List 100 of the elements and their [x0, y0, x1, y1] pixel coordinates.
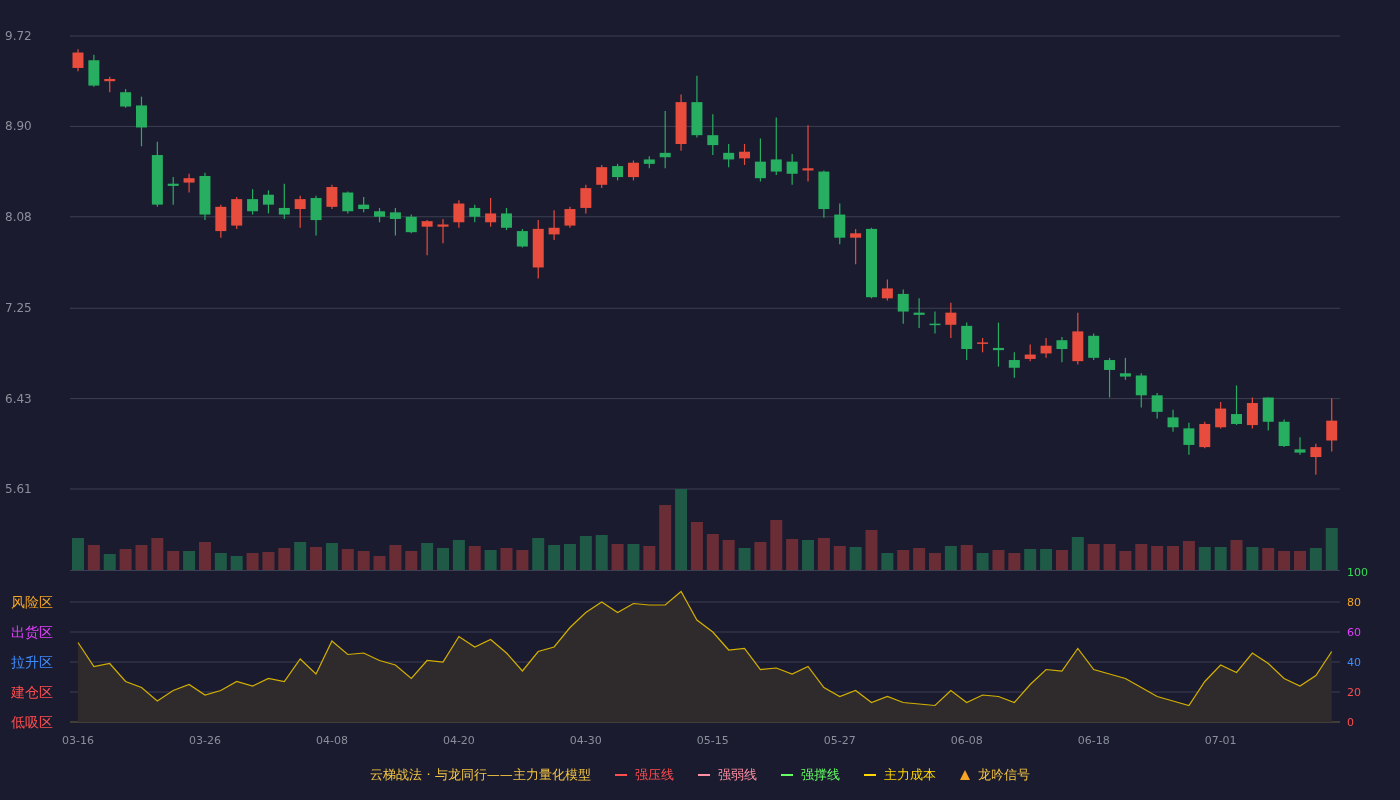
axis-label: 05-27 [823, 734, 856, 747]
candlestick [231, 196, 243, 230]
volume-bar [1167, 546, 1180, 570]
candlestick [516, 228, 528, 249]
volume-bar [294, 542, 307, 570]
axis-label: 05-15 [696, 734, 729, 747]
volume-bar [278, 548, 291, 570]
candlestick [739, 143, 751, 166]
candlestick [1231, 384, 1242, 426]
volume-bar [849, 547, 862, 570]
axis-label: 100 [1347, 566, 1368, 579]
candlestick [881, 278, 893, 302]
candlestick [1310, 443, 1322, 476]
axis-label: 9.72 [5, 29, 32, 43]
zone-label: 拉升区 [11, 654, 53, 670]
candlestick [215, 204, 227, 239]
axis-label: 5.61 [5, 482, 32, 496]
candlestick [643, 155, 655, 169]
volume-bar [262, 552, 275, 570]
volume-bar [87, 545, 100, 570]
axis-label: 8.08 [5, 209, 32, 224]
volume-bar [802, 540, 814, 570]
volume-bar [913, 548, 926, 570]
volume-bar [1040, 549, 1053, 570]
axis-label: 06-08 [950, 734, 983, 747]
volume-bar [611, 544, 624, 570]
candlestick [612, 163, 624, 181]
volume-bar [373, 556, 386, 570]
candlestick [691, 75, 703, 138]
volume-bar [484, 550, 497, 570]
volume-bar [437, 548, 449, 570]
volume-bar [738, 548, 751, 570]
candlestick [850, 228, 862, 265]
volume-bar [452, 540, 465, 570]
candlestick [754, 137, 766, 183]
volume-bar [563, 544, 576, 570]
volume-bar [1087, 544, 1100, 570]
volume-bar [897, 550, 910, 570]
volume-bar [230, 556, 243, 570]
axis-label: 07-01 [1204, 734, 1237, 747]
candlestick [1326, 398, 1338, 453]
volume-bar [786, 539, 799, 570]
volume-bar [1198, 547, 1211, 570]
volume-bar [1262, 548, 1275, 570]
candlestick [421, 219, 433, 256]
volume-bar [1278, 551, 1291, 570]
candlestick [1199, 421, 1211, 449]
volume-bar [1230, 540, 1243, 570]
axis-label: 7.25 [5, 301, 32, 316]
axis-label: 03-26 [189, 734, 221, 747]
candlestick [453, 199, 465, 229]
candlestick [961, 321, 973, 361]
candlestick [262, 189, 274, 215]
volume-bar [865, 530, 878, 570]
candlestick [72, 48, 84, 72]
volume-bar [119, 549, 132, 570]
candlestick [897, 288, 909, 325]
volume-bar [1182, 541, 1195, 570]
volume-bar [325, 543, 338, 570]
volume-bar [1103, 544, 1116, 570]
volume-bar [135, 545, 148, 570]
legend-title: 云梯战法 · 与龙同行——主力量化模型 [370, 766, 591, 785]
candlestick [294, 195, 306, 229]
candlestick [913, 297, 925, 329]
candlestick [326, 184, 338, 210]
candlestick [310, 195, 322, 237]
candlestick [183, 173, 195, 194]
axis-label: 6.43 [5, 391, 32, 406]
candlestick [1008, 351, 1020, 379]
axis-label: 80 [1347, 596, 1361, 609]
volume-bar [405, 551, 418, 570]
volume-bar [1071, 537, 1084, 570]
volume-bar [1309, 548, 1322, 570]
legend-label: 龙吟信号 [977, 766, 1030, 785]
volume-bar [706, 534, 719, 570]
candlestick [1183, 422, 1195, 456]
volume-bar [1294, 551, 1306, 570]
volume-bar [1246, 547, 1259, 570]
volume-bar [310, 547, 323, 570]
axis-label: 04-08 [315, 734, 348, 747]
candlestick [136, 96, 147, 147]
candlestick [1040, 337, 1052, 359]
candlestick [469, 204, 481, 223]
axis-label: 06-18 [1077, 734, 1110, 747]
candlestick [992, 321, 1004, 368]
volume-bar [516, 550, 529, 570]
candlestick [167, 176, 179, 206]
candlestick [1135, 372, 1147, 409]
volume-bar [1214, 547, 1227, 570]
volume-bar [722, 540, 735, 570]
candlestick [1088, 333, 1100, 361]
volume-bar [532, 538, 545, 570]
volume-bar [1008, 553, 1021, 570]
axis-label: 0 [1347, 716, 1354, 729]
candlestick [389, 207, 401, 237]
candlestick [437, 218, 449, 244]
axis-label: 04-30 [569, 734, 602, 747]
candlestick [659, 110, 671, 169]
volume-bar [1119, 551, 1132, 570]
axis-label: 40 [1347, 656, 1361, 669]
